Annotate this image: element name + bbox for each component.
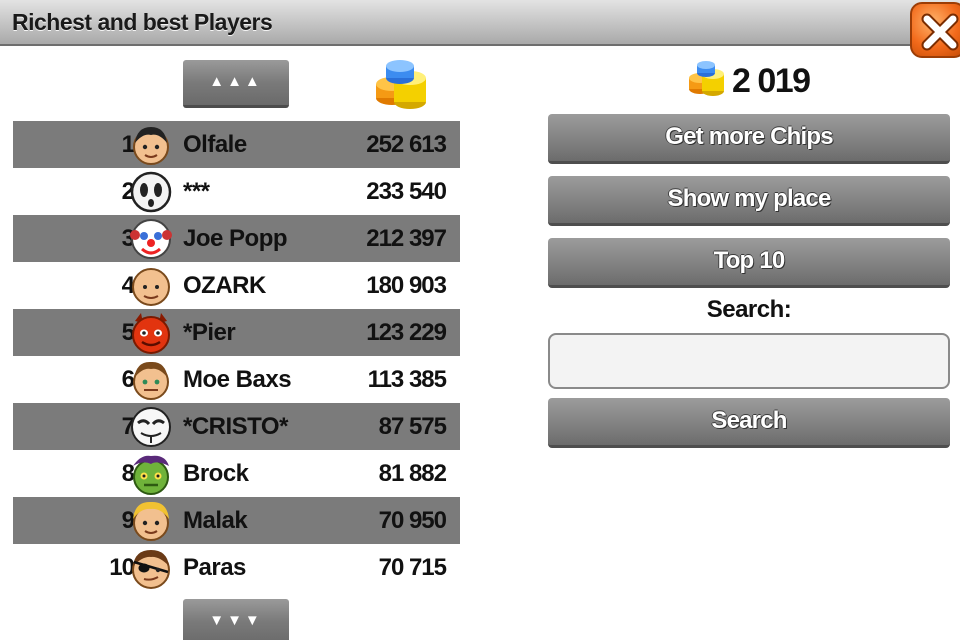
leaderboard-row[interactable]: 5 *Pier 123 229 bbox=[13, 309, 460, 356]
leaderboard-row[interactable]: 4 OZARK 180 903 bbox=[13, 262, 460, 309]
player-name: OZARK bbox=[183, 272, 266, 299]
bald-man-avatar bbox=[132, 268, 170, 306]
leaderboard-row[interactable]: 3 Joe Popp 212 397 bbox=[13, 215, 460, 262]
clown-avatar bbox=[130, 219, 172, 259]
man-brown-hair-avatar bbox=[133, 361, 169, 400]
player-chips: 123 229 bbox=[366, 319, 447, 346]
close-icon bbox=[921, 13, 959, 51]
anonymous-mask-avatar bbox=[131, 407, 171, 447]
chips-icon bbox=[689, 61, 724, 96]
page-up-button[interactable]: ▲▲▲ bbox=[183, 60, 289, 108]
leaderboard-row[interactable]: 7 *CRISTO* 87 575 bbox=[13, 403, 460, 450]
window-title: Richest and best Players bbox=[12, 9, 273, 35]
player-name: *Pier bbox=[183, 319, 236, 346]
player-name: *CRISTO* bbox=[183, 413, 288, 440]
player-chips: 252 613 bbox=[366, 131, 447, 158]
leaderboard-row[interactable]: 8 Brock 81 882 bbox=[13, 450, 460, 497]
player-chips: 70 950 bbox=[378, 507, 447, 534]
man-dark-hair-avatar bbox=[133, 127, 169, 165]
search-button[interactable]: Search bbox=[548, 398, 950, 448]
player-name: Moe Baxs bbox=[183, 366, 292, 393]
title-bar: Richest and best Players bbox=[0, 0, 960, 46]
player-chips: 87 575 bbox=[378, 413, 447, 440]
player-name: Paras bbox=[183, 554, 246, 581]
close-button[interactable] bbox=[910, 2, 960, 58]
page-down-button[interactable]: ▼▼▼ bbox=[183, 599, 289, 640]
player-chips: 81 882 bbox=[378, 460, 447, 487]
player-chips: 113 385 bbox=[367, 366, 447, 393]
balance-value: 2 019 bbox=[732, 62, 811, 100]
top-10-button[interactable]: Top 10 bbox=[548, 238, 950, 288]
blonde-man-avatar bbox=[133, 501, 169, 541]
player-name: Olfale bbox=[183, 131, 247, 158]
show-my-place-button[interactable]: Show my place bbox=[548, 176, 950, 226]
leaderboard-row[interactable]: 1 Olfale 252 613 bbox=[13, 121, 460, 168]
search-input[interactable] bbox=[548, 333, 950, 389]
player-name: Brock bbox=[183, 460, 249, 487]
chips-icon bbox=[372, 58, 428, 117]
pirate-eyepatch-avatar bbox=[132, 550, 170, 589]
search-label: Search: bbox=[706, 296, 792, 323]
player-name: Joe Popp bbox=[183, 225, 288, 252]
player-chips: 70 715 bbox=[378, 554, 447, 581]
leaderboard-row[interactable]: 10 Paras 70 715 bbox=[13, 544, 460, 591]
leaderboard-row[interactable]: 6 Moe Baxs 113 385 bbox=[13, 356, 460, 403]
player-chips: 233 540 bbox=[366, 178, 447, 205]
leaderboard: 1 Olfale 252 613 2 *** 233 540 3 Joe Popp 212 39… bbox=[13, 121, 460, 591]
player-chips: 212 397 bbox=[366, 225, 447, 252]
player-chips: 180 903 bbox=[366, 272, 447, 299]
leaderboard-row[interactable]: 9 Malak 70 950 bbox=[13, 497, 460, 544]
green-zombie-avatar bbox=[133, 455, 169, 495]
player-name: Malak bbox=[183, 507, 248, 534]
red-devil-avatar bbox=[132, 313, 170, 354]
player-name: *** bbox=[183, 178, 210, 205]
ghost-mask-avatar bbox=[130, 171, 172, 213]
get-more-chips-button[interactable]: Get more Chips bbox=[548, 114, 950, 164]
leaderboard-row[interactable]: 2 *** 233 540 bbox=[13, 168, 460, 215]
